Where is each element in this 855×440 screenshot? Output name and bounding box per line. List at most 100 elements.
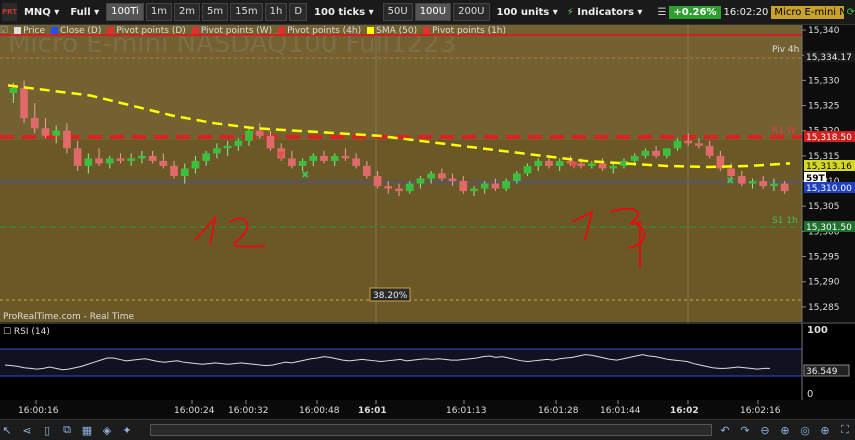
candle-body [84, 158, 93, 166]
candle-body [652, 150, 660, 156]
candle-body [416, 178, 425, 184]
candle-body [234, 140, 243, 146]
candle-body [320, 155, 328, 161]
legend-item[interactable]: Pivot points (D) [107, 26, 186, 36]
undo-icon[interactable]: ↶ [718, 423, 732, 437]
cursor-icon[interactable]: ↖ [0, 423, 14, 437]
time-axis-label: 16:02 [670, 406, 699, 416]
magnet-icon[interactable]: ◎ [798, 423, 812, 437]
candle-body [459, 181, 468, 192]
price-axis-label: 15,295 [808, 253, 840, 263]
time-axis-label: 16:02:16 [740, 406, 781, 416]
candle-body [470, 188, 478, 192]
time-axis-background [0, 400, 855, 419]
legend-checkbox-icon[interactable]: ☑ [0, 26, 8, 36]
legend-item[interactable]: Pivot points (4h) [278, 26, 361, 36]
price-tag-s1-text: 15,301.50 [806, 223, 852, 233]
candle-body [395, 188, 403, 192]
candle-body [245, 130, 253, 141]
candle-body [127, 158, 136, 161]
candle-body [223, 145, 232, 149]
candle-body [288, 158, 296, 166]
price-tag-close-daily-text: 15,310.00 [806, 184, 852, 194]
candle-body [748, 181, 757, 184]
fullscreen-icon[interactable]: ⛶ [838, 423, 852, 437]
candle-body [41, 128, 50, 136]
candle-body [9, 87, 18, 93]
price-axis-label: 15,325 [808, 102, 840, 112]
zoom-icon[interactable]: ⊕ [778, 423, 792, 437]
time-scrollbar[interactable] [150, 424, 712, 436]
tag-icon[interactable]: ◈ [100, 423, 114, 437]
candle-body [363, 165, 371, 177]
copy-icon[interactable]: ⧉ [60, 423, 74, 437]
price-axis-label: 15,285 [808, 303, 840, 313]
candle-body [502, 181, 510, 189]
candle-body [330, 155, 339, 161]
candle-body [534, 160, 543, 166]
legend-item[interactable]: Close (D) [51, 26, 101, 36]
pivot-label-s1: S1 1h [772, 216, 798, 226]
candle-body [20, 87, 28, 119]
candle-body [598, 163, 607, 169]
candle-body [30, 118, 39, 129]
candle-body [630, 155, 639, 161]
candle-body [170, 165, 178, 177]
candle-body [138, 155, 146, 159]
price-chart[interactable]: Micro E-mini NASDAQ100 Full1223 Piv 4hR1 … [0, 0, 855, 439]
buy-signal-icon: ✖ [301, 170, 309, 181]
share-icon[interactable]: ⋖ [20, 423, 34, 437]
phone-icon[interactable]: ▯ [40, 423, 54, 437]
time-axis-label: 16:01 [358, 406, 387, 416]
settings-icon[interactable]: ✦ [120, 423, 134, 437]
price-axis-label: 15,290 [808, 278, 840, 288]
time-axis-label: 16:01:28 [538, 406, 579, 416]
bottom-toolbar: ↖ ⋖ ▯ ⧉ ▦ ◈ ✦ ↶ ↷ ⊖ ⊕ ◎ ⊕ ⛶ [0, 419, 855, 440]
candle-body [405, 183, 414, 192]
table-icon[interactable]: ▦ [80, 423, 94, 437]
legend-swatch [423, 27, 431, 34]
legend-swatch [107, 27, 115, 34]
candle-body [480, 183, 489, 189]
candle-body [673, 140, 682, 149]
price-axis-label: 15,330 [808, 76, 840, 86]
legend-item[interactable]: Pivot points (1h) [423, 26, 506, 36]
legend-item[interactable]: SMA (50) [367, 26, 417, 36]
candle-body [491, 183, 500, 189]
legend-label: Pivot points (D) [116, 26, 186, 36]
source-label: ProRealTime.com - Real Time [3, 312, 135, 322]
candle-body [373, 176, 382, 187]
candle-body [695, 143, 703, 146]
price-tag-sma-text: 15,313.16 [806, 162, 852, 172]
candle-body [159, 160, 168, 166]
legend-item[interactable]: Pivot points (W) [191, 26, 273, 36]
rsi-scale-100: 100 [807, 325, 828, 336]
candle-body [213, 148, 221, 154]
candle-body [63, 130, 71, 149]
candle-body [298, 160, 307, 166]
candle-body [52, 130, 61, 136]
legend-item[interactable]: Price [14, 26, 45, 36]
time-axis-label: 16:00:48 [299, 406, 340, 416]
candle-body [384, 186, 393, 189]
candle-body [759, 181, 768, 187]
legend-label: Pivot points (W) [200, 26, 273, 36]
legend-label: Pivot points (1h) [432, 26, 507, 36]
legend-label: Close (D) [60, 26, 102, 36]
legend-label: SMA (50) [376, 26, 418, 36]
candle-body [609, 165, 618, 169]
sell-signal-icon: ▼ [570, 160, 578, 171]
buy-signal-icon: ✖ [726, 176, 734, 187]
candle-body [587, 163, 596, 166]
zoom-in-icon[interactable]: ⊕ [818, 423, 832, 437]
rsi-scale-0: 0 [807, 389, 813, 400]
redo-icon[interactable]: ↷ [738, 423, 752, 437]
candle-body [202, 153, 211, 161]
time-axis-label: 16:01:44 [600, 406, 641, 416]
zoom-out-icon[interactable]: ⊖ [758, 423, 772, 437]
legend-swatch [191, 27, 199, 34]
price-tag-top-text: 15,334.17 [806, 53, 852, 63]
time-axis-label: 16:01:13 [446, 406, 486, 416]
rsi-label: ☐ RSI (14) [3, 327, 50, 337]
legend-swatch [367, 27, 375, 34]
